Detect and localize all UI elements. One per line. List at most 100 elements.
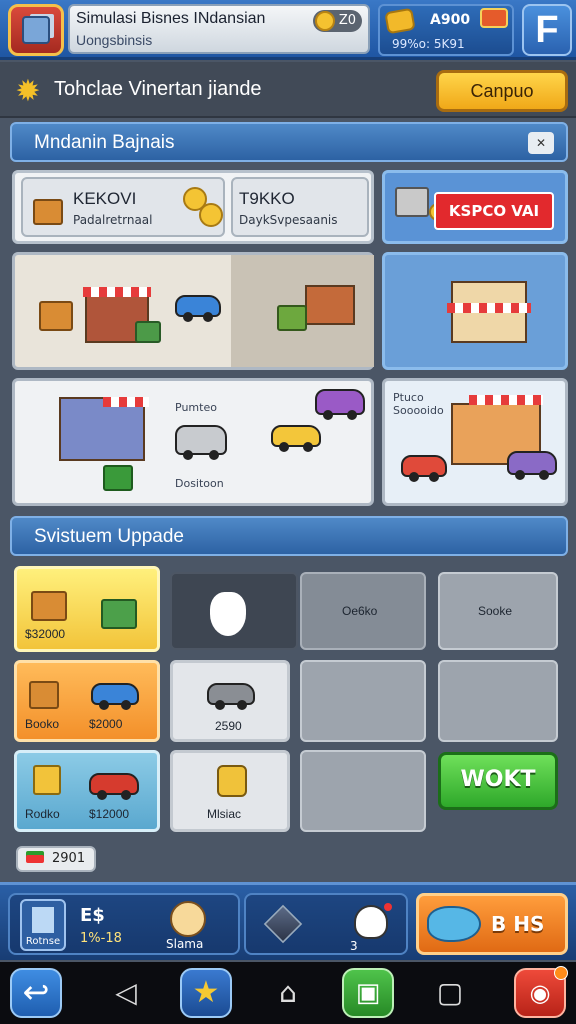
section-title: Tohclae Vinertan jiande	[54, 78, 262, 100]
upgrade-slot[interactable]: Sooke	[438, 572, 558, 650]
upgrade-slot-redcar[interactable]: Rodko $12000	[14, 750, 160, 832]
van-icon	[507, 451, 557, 480]
stat-title: T9KKO	[239, 189, 295, 208]
jar-icon	[217, 765, 247, 797]
shop-button[interactable]: B HS	[416, 893, 568, 955]
slot-label: Mlsiac	[207, 807, 242, 821]
app-title: Simulasi Bisnes INdansian	[76, 10, 266, 27]
profile-value: E$	[80, 905, 105, 926]
recents-icon[interactable]: ▢	[424, 968, 476, 1018]
business-banner-title: Mndanin Bajnais	[34, 132, 175, 153]
upgrade-slot-car[interactable]: Booko $2000	[14, 660, 160, 742]
calendar-icon[interactable]: ▣	[342, 968, 394, 1018]
currency-secondary: 99%o: 5K91	[392, 37, 465, 51]
gear-icon[interactable]: ✹	[12, 76, 44, 108]
slot-label: Sooke	[478, 604, 513, 618]
car-icon	[271, 425, 321, 452]
street-scene[interactable]: Ptuco Sooooido	[382, 378, 568, 506]
stat-card-revenue[interactable]: KEKOVI Padalretrnaal	[21, 177, 225, 237]
back-app-icon[interactable]: ↩	[10, 968, 62, 1018]
inventory-count: 3	[350, 939, 358, 953]
wallet-icon	[480, 8, 508, 28]
app-subtitle: Uongsbinsis	[76, 32, 153, 48]
small-badge[interactable]: 2901	[16, 846, 96, 872]
stat-sub: Padalretrnaal	[73, 213, 153, 227]
stat-title: KEKOVI	[73, 189, 137, 208]
notification-dot	[554, 966, 568, 980]
slot-label: Booko	[25, 717, 60, 731]
android-nav-bar: ↩ ◁ ★ ⌂ ▣ ▢ ◉	[0, 962, 576, 1024]
upgrade-banner-title: Svistuem Uppade	[34, 526, 184, 547]
crate-icon	[29, 681, 59, 709]
slot-price: 2590	[215, 719, 242, 733]
camera-icon[interactable]: ◉	[514, 966, 568, 1018]
awning	[103, 397, 149, 407]
car-icon	[89, 773, 139, 800]
scene-caption: Pumteo	[175, 401, 217, 414]
app-logo-icon[interactable]	[8, 4, 64, 56]
crate-icon	[31, 591, 67, 621]
currency-panel[interactable]: A900 99%o: 5K91	[378, 4, 514, 56]
slot-label: Oe6ko	[342, 604, 378, 618]
home-icon[interactable]: ⌂	[262, 968, 314, 1018]
cube-icon	[263, 904, 303, 944]
gold-bar-icon	[384, 7, 416, 35]
shop-preview[interactable]	[382, 252, 568, 370]
star-icon[interactable]: ★	[180, 968, 232, 1018]
work-button[interactable]: WOKT	[438, 752, 558, 810]
awning	[469, 395, 543, 405]
upgrade-banner[interactable]: Svistuem Uppade	[10, 516, 568, 556]
slot-label: Rodko	[25, 807, 60, 821]
fish-icon	[427, 906, 481, 942]
crate-icon	[103, 465, 133, 491]
profile-panel[interactable]: Rotnse E$ 1%-18 Slama	[8, 893, 240, 955]
upgrade-slot-jar[interactable]: Mlsiac	[170, 750, 290, 832]
title-panel: Simulasi Bisnes INdansian Uongsbinsis Z0	[68, 4, 370, 54]
upgrade-slot[interactable]: Oe6ko	[300, 572, 426, 650]
car-icon	[401, 455, 447, 482]
safe-icon	[395, 187, 429, 217]
upgrade-slot-empty[interactable]	[300, 660, 426, 742]
chevron-down-icon[interactable]: ✕	[528, 132, 554, 154]
coin-icon	[199, 203, 223, 227]
car-icon	[91, 683, 139, 710]
upgrade-slot-empty[interactable]	[300, 750, 426, 832]
scene-caption: Ptuco Sooooido	[393, 391, 444, 417]
shop-stall-icon	[305, 285, 355, 325]
van-icon	[175, 425, 227, 460]
crate-icon	[39, 301, 73, 331]
currency-primary: A900	[430, 12, 471, 28]
stat-card-days[interactable]: T9KKO DaykSvpesaanis	[231, 177, 369, 237]
crate-icon	[277, 305, 307, 331]
upgrade-slot-empty[interactable]	[438, 660, 558, 742]
character-face-icon[interactable]	[170, 901, 206, 937]
car-icon	[207, 683, 255, 710]
tablet-icon[interactable]: Rotnse	[20, 899, 66, 951]
facebook-button[interactable]: F	[522, 4, 572, 56]
upgrade-slot-locked[interactable]	[170, 572, 298, 650]
inventory-panel[interactable]: 3	[244, 893, 408, 955]
sale-tag[interactable]: KSPCO VAI	[434, 192, 554, 230]
top-bar: Simulasi Bisnes INdansian Uongsbinsis Z0…	[0, 0, 576, 60]
van-icon	[315, 389, 365, 420]
ghost-icon[interactable]	[354, 905, 388, 939]
upgrade-slot-sedan[interactable]: 2590	[170, 660, 290, 742]
coin-icon	[314, 11, 335, 31]
level-badge: Z0	[312, 10, 362, 32]
crate-icon	[101, 599, 137, 629]
awning	[83, 287, 151, 297]
profile-sub: 1%-18	[80, 931, 122, 946]
car-icon	[175, 295, 221, 322]
upgrade-slot-shop[interactable]: $32000	[14, 566, 160, 652]
market-scene[interactable]	[12, 252, 374, 370]
slot-price: $12000	[89, 807, 130, 821]
logistics-scene[interactable]: Pumteo Dositoon	[12, 378, 374, 506]
section-header: ✹ Tohclae Vinertan jiande Canpuo	[0, 62, 576, 118]
awning	[447, 303, 531, 313]
stat-sub: DaykSvpesaanis	[239, 213, 338, 227]
business-banner[interactable]: Mndanin Bajnais ✕	[10, 122, 568, 162]
shop-value: B HS	[491, 912, 545, 936]
back-icon[interactable]: ◁	[100, 968, 152, 1018]
crate-icon	[33, 765, 61, 795]
campaign-button[interactable]: Canpuo	[436, 70, 568, 112]
